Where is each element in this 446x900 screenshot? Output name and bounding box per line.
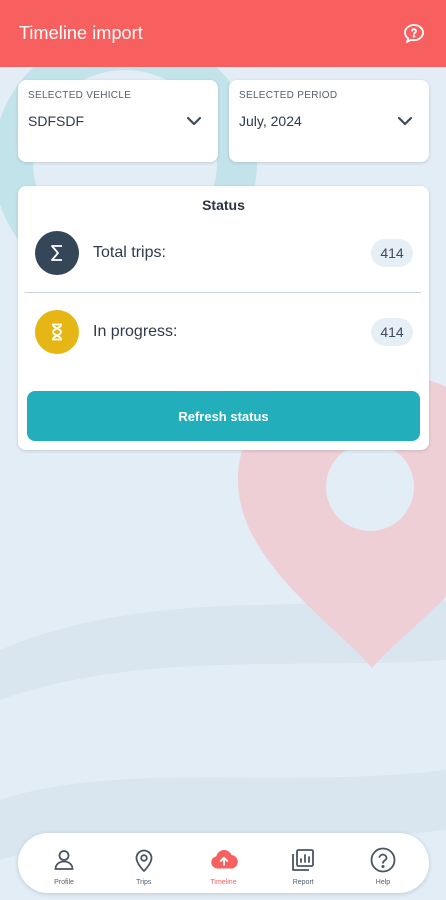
cloud-upload-icon	[209, 845, 239, 875]
nav-item-report[interactable]: Report	[271, 833, 335, 893]
in-progress-count-badge: 414	[371, 318, 413, 346]
in-progress-label: In progress:	[93, 323, 178, 340]
period-selector[interactable]: SELECTED PERIOD July, 2024	[229, 80, 429, 162]
chat-question-icon[interactable]	[400, 20, 428, 48]
chevron-down-icon	[184, 111, 204, 131]
bottom-nav: Profile Trips Timeline Report Help	[18, 833, 429, 893]
app-bar: Timeline import	[0, 0, 446, 67]
map-pin-icon	[129, 845, 159, 875]
nav-item-profile[interactable]: Profile	[32, 833, 96, 893]
page-title: Timeline import	[19, 23, 143, 43]
status-title: Status	[202, 197, 245, 213]
refresh-status-button[interactable]: Refresh status	[27, 391, 420, 441]
in-progress-row: In progress: 414	[35, 310, 413, 356]
nav-label: Help	[375, 879, 391, 886]
nav-label: Timeline	[210, 879, 237, 886]
period-selector-caption: SELECTED PERIOD	[239, 90, 338, 101]
report-icon	[288, 845, 318, 875]
nav-label: Trips	[136, 879, 152, 886]
vehicle-selector[interactable]: SELECTED VEHICLE SDFSDF	[18, 80, 218, 162]
divider	[25, 292, 421, 293]
help-circle-icon	[368, 845, 398, 875]
hourglass-icon	[35, 310, 79, 354]
sigma-icon	[35, 231, 79, 275]
total-trips-label: Total trips:	[93, 244, 166, 261]
status-card: Status Total trips: 414 In progress: 414…	[18, 186, 429, 450]
total-trips-row: Total trips: 414	[35, 231, 413, 277]
period-selector-value: July, 2024	[239, 113, 302, 129]
vehicle-selector-value: SDFSDF	[28, 113, 84, 129]
nav-item-help[interactable]: Help	[351, 833, 415, 893]
vehicle-selector-caption: SELECTED VEHICLE	[28, 90, 132, 101]
chevron-down-icon	[395, 111, 415, 131]
nav-item-timeline[interactable]: Timeline	[192, 833, 256, 893]
nav-label: Profile	[54, 879, 74, 886]
total-trips-count-badge: 414	[371, 239, 413, 267]
nav-label: Report	[292, 879, 314, 886]
person-icon	[49, 845, 79, 875]
nav-item-trips[interactable]: Trips	[112, 833, 176, 893]
